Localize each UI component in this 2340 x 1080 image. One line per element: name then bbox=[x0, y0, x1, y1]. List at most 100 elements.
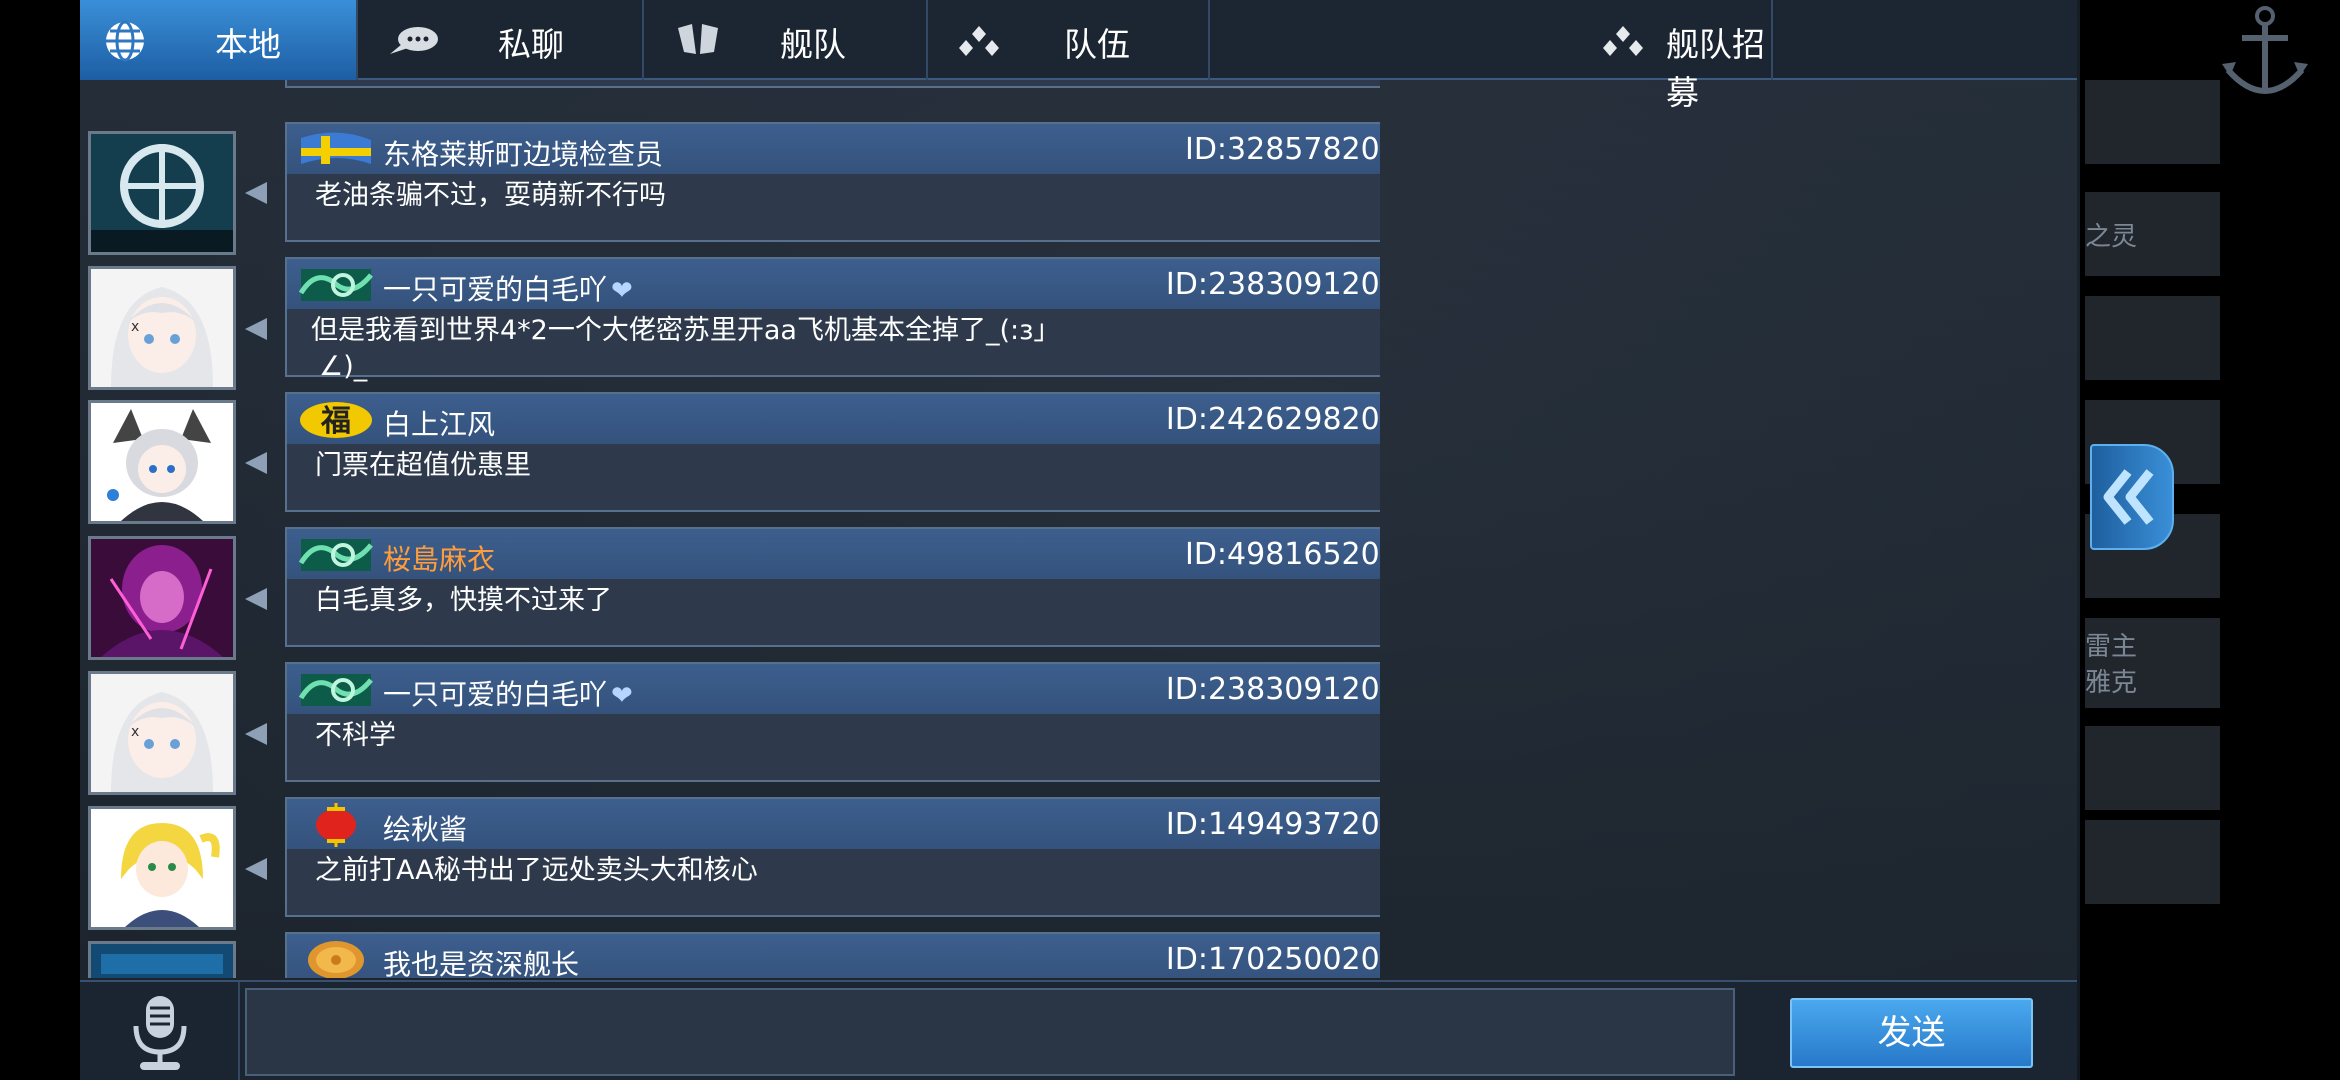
tab-fleet[interactable]: 舰队 bbox=[644, 0, 928, 80]
message-bubble bbox=[285, 80, 1380, 88]
fu-badge-icon: 福 bbox=[300, 402, 372, 439]
avatar[interactable]: x bbox=[88, 266, 236, 390]
tab-label: 私聊 bbox=[498, 25, 564, 64]
avatar[interactable] bbox=[88, 131, 236, 255]
message-bubble: 东格莱斯町边境检查员 ID:32857820005 老油条骗不过，耍萌新不行吗 bbox=[285, 122, 1380, 242]
message-bubble: 桜島麻衣 ID:49816520004 白毛真多，快摸不过来了 bbox=[285, 527, 1380, 647]
message-header: 福 白上江风 ID:242629820004 bbox=[287, 394, 1380, 444]
bubble-pointer bbox=[245, 858, 267, 880]
avatar[interactable] bbox=[88, 536, 236, 660]
message-bubble: 福 白上江风 ID:242629820004 门票在超值优惠里 bbox=[285, 392, 1380, 512]
sender-name[interactable]: 东格莱斯町边境检查员 bbox=[383, 133, 663, 173]
message-text: 白毛真多，快摸不过来了 bbox=[315, 585, 612, 616]
user-id: ID:238309120001 bbox=[1165, 672, 1380, 707]
mooncake-badge-icon bbox=[308, 941, 364, 978]
bg-panel-row bbox=[2085, 80, 2220, 164]
recruit-icon bbox=[1600, 24, 1646, 66]
tab-label: 队伍 bbox=[1064, 25, 1130, 64]
bubble-pointer bbox=[245, 318, 267, 340]
message-bubble: 我也是资深舰长 ID:170250020004 bbox=[285, 932, 1380, 978]
flag-badge-icon bbox=[301, 132, 371, 164]
sender-name[interactable]: 桜島麻衣 bbox=[383, 538, 495, 578]
send-button[interactable]: 发送 bbox=[1790, 998, 2033, 1068]
chat-panel: 本地 私聊 舰队 队伍 舰队招募 东格莱斯町边境检查员 ID:32857820 … bbox=[80, 0, 2077, 1080]
user-id: ID:170250020004 bbox=[1165, 942, 1380, 977]
anchor-icon bbox=[2210, 0, 2320, 110]
message-text: 门票在超值优惠里 bbox=[315, 450, 531, 481]
message-input[interactable] bbox=[245, 988, 1735, 1076]
tab-team[interactable]: 队伍 bbox=[928, 0, 1210, 80]
bubble-pointer bbox=[245, 452, 267, 474]
fleet-icon bbox=[674, 20, 724, 68]
message-bubble: 一只可爱的白毛吖❤ ID:238309120001 但是我看到世界4*2一个大佬… bbox=[285, 257, 1380, 382]
tab-bar: 本地 私聊 舰队 队伍 舰队招募 bbox=[80, 0, 2077, 112]
bg-panel-label: 雷主 bbox=[2085, 632, 2138, 662]
microphone-icon bbox=[133, 996, 187, 1070]
team-icon bbox=[956, 24, 1002, 66]
tab-private-chat[interactable]: 私聊 bbox=[358, 0, 644, 80]
message-header: 绘秋酱 ID:149493720006 bbox=[287, 799, 1380, 849]
user-id: ID:49816520004 bbox=[1184, 537, 1380, 572]
avatar[interactable] bbox=[88, 806, 236, 930]
message-header: 一只可爱的白毛吖❤ ID:238309120001 bbox=[287, 664, 1380, 714]
collapse-chat-button[interactable] bbox=[2090, 444, 2174, 550]
bg-panel-label: 雅克 bbox=[2085, 668, 2138, 698]
tab-fleet-recruit[interactable]: 舰队招募 bbox=[1210, 0, 1773, 112]
voice-input-button[interactable] bbox=[80, 982, 240, 1080]
bg-panel-row: 雷主 雅克 bbox=[2085, 618, 2220, 708]
wave-badge-icon bbox=[298, 269, 373, 301]
message-text: 之前打AA秘书出了远处卖头大和核心 bbox=[315, 855, 758, 886]
svg-text:x: x bbox=[131, 319, 139, 335]
bg-panel-row bbox=[2085, 820, 2220, 904]
tab-label: 舰队招募 bbox=[1666, 25, 1765, 112]
sender-name-text: 一只可爱的白毛吖 bbox=[383, 678, 608, 711]
chat-bubble-icon bbox=[388, 24, 442, 66]
message-bubble: 一只可爱的白毛吖❤ ID:238309120001 不科学 bbox=[285, 662, 1380, 782]
message-header: 一只可爱的白毛吖❤ ID:238309120001 bbox=[287, 259, 1380, 309]
message-text: 但是我看到世界4*2一个大佬密苏里开aa飞机基本全掉了_(:з」 ∠)_ bbox=[311, 313, 1311, 385]
avatar[interactable]: x bbox=[88, 671, 236, 795]
user-id: ID:149493720006 bbox=[1165, 807, 1380, 842]
message-text: 老油条骗不过，耍萌新不行吗 bbox=[315, 180, 666, 211]
bg-panel-label: 之灵 bbox=[2085, 222, 2138, 252]
message-header: 我也是资深舰长 ID:170250020004 bbox=[287, 934, 1380, 978]
wave-badge-icon bbox=[298, 674, 373, 706]
sender-name-text: 一只可爱的白毛吖 bbox=[383, 273, 608, 306]
bg-panel-row bbox=[2085, 726, 2220, 810]
lantern-badge-icon bbox=[316, 803, 356, 847]
wave-badge-icon bbox=[298, 539, 373, 571]
message-header: 桜島麻衣 ID:49816520004 bbox=[287, 529, 1380, 579]
avatar[interactable] bbox=[88, 941, 236, 978]
user-id: ID:32857820005 bbox=[1184, 132, 1380, 167]
message-text-line: 但是我看到世界4*2一个大佬密苏里开aa飞机基本全掉了_(:з」 bbox=[311, 315, 1061, 346]
bg-panel-row bbox=[2085, 296, 2220, 380]
avatar[interactable] bbox=[88, 400, 236, 524]
globe-icon bbox=[102, 18, 148, 72]
heart-icon: ❤ bbox=[611, 276, 633, 306]
message-bubble: 绘秋酱 ID:149493720006 之前打AA秘书出了远处卖头大和核心 bbox=[285, 797, 1380, 917]
message-text-line: ∠)_ bbox=[319, 351, 368, 382]
sender-name[interactable]: 我也是资深舰长 bbox=[383, 943, 579, 978]
tab-local[interactable]: 本地 bbox=[80, 0, 358, 80]
user-id: ID:242629820004 bbox=[1165, 402, 1380, 437]
message-list[interactable]: 东格莱斯町边境检查员 ID:32857820005 老油条骗不过，耍萌新不行吗 … bbox=[80, 80, 1380, 978]
svg-text:x: x bbox=[131, 724, 139, 740]
heart-icon: ❤ bbox=[611, 681, 633, 711]
bubble-pointer bbox=[245, 723, 267, 745]
bubble-pointer bbox=[245, 588, 267, 610]
sender-name[interactable]: 一只可爱的白毛吖 ❤ bbox=[383, 268, 633, 308]
fu-badge-text: 福 bbox=[320, 404, 351, 439]
bg-panel-row: 之灵 bbox=[2085, 192, 2220, 276]
message-text: 不科学 bbox=[315, 720, 396, 751]
bubble-pointer bbox=[245, 182, 267, 204]
sender-name[interactable]: 绘秋酱 bbox=[383, 808, 467, 848]
sender-name[interactable]: 白上江风 bbox=[383, 403, 495, 443]
input-bar: 发送 bbox=[80, 980, 2077, 1080]
double-chevron-left-icon bbox=[2103, 469, 2154, 525]
sender-name[interactable]: 一只可爱的白毛吖 ❤ bbox=[383, 673, 633, 713]
message-header: 东格莱斯町边境检查员 ID:32857820005 bbox=[287, 124, 1380, 174]
user-id: ID:238309120001 bbox=[1165, 267, 1380, 302]
tab-label: 舰队 bbox=[780, 25, 846, 64]
screen: 之灵 雷主 雅克 本地 私聊 舰队 队伍 舰队招募 东格莱斯町边境检查员 ID:… bbox=[0, 0, 2340, 1080]
tab-label: 本地 bbox=[215, 25, 281, 64]
